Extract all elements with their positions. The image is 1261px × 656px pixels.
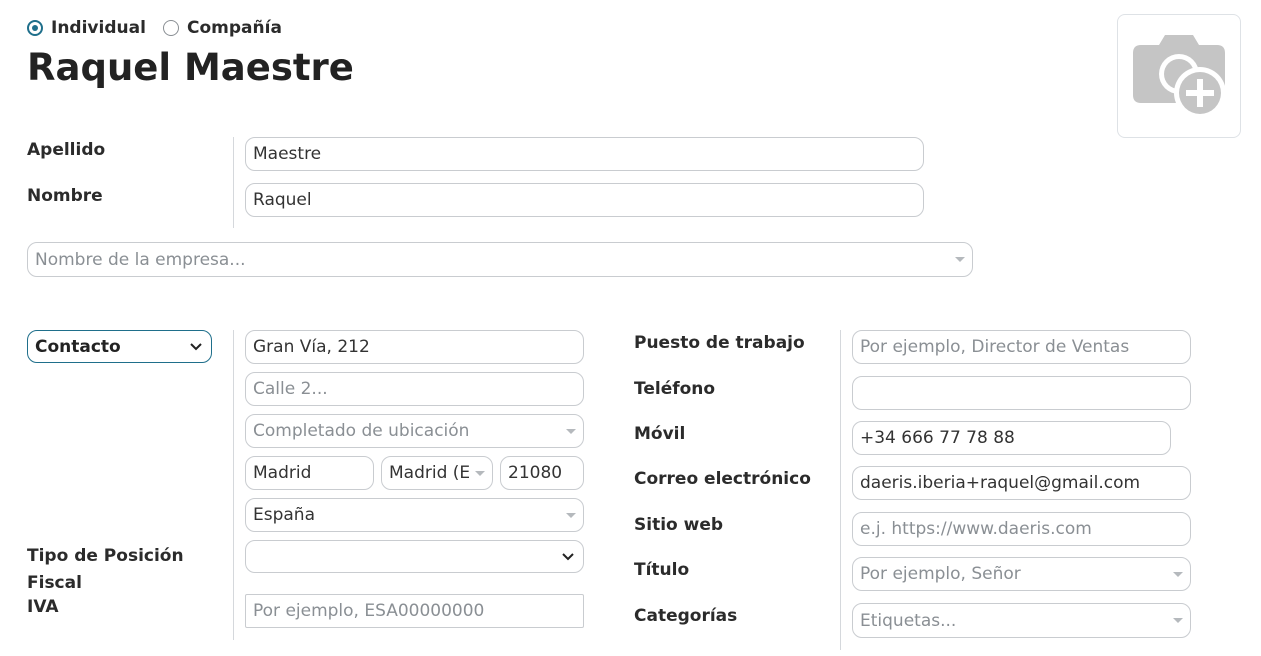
city-value: Madrid (253, 463, 312, 483)
vat-field[interactable]: Por ejemplo, ESA00000000 (245, 594, 584, 628)
radio-individual[interactable]: Individual (27, 18, 146, 38)
city-field[interactable]: Madrid (245, 456, 374, 490)
address-divider (233, 330, 234, 640)
location-autocomplete-field[interactable]: Completado de ubicación (245, 414, 584, 448)
fiscal-position-label: Tipo de Posición Fiscal (27, 546, 184, 593)
label-divider (233, 137, 234, 228)
title-label: Título (634, 560, 690, 580)
radio-individual-dot[interactable] (27, 20, 43, 36)
nombre-label: Nombre (27, 186, 103, 206)
contact-divider (840, 330, 841, 650)
email-field[interactable]: daeris.iberia+raquel@gmail.com (852, 466, 1191, 500)
street-field[interactable]: Gran Vía, 212 (245, 330, 584, 364)
street2-placeholder: Calle 2... (253, 379, 328, 399)
country-field[interactable]: España (245, 498, 584, 532)
vat-placeholder: Por ejemplo, ESA00000000 (253, 601, 485, 621)
dropdown-caret-icon[interactable] (1173, 571, 1183, 577)
tags-label: Categorías (634, 606, 738, 626)
apellido-field[interactable]: Maestre (245, 137, 924, 171)
chevron-down-icon (560, 549, 576, 565)
email-value: daeris.iberia+raquel@gmail.com (860, 473, 1141, 493)
dropdown-caret-icon[interactable] (566, 428, 576, 434)
phone-field[interactable] (852, 376, 1191, 410)
state-value: Madrid (E (389, 463, 469, 483)
vat-label: IVA (27, 597, 59, 617)
zip-field[interactable]: 21080 (500, 456, 584, 490)
dropdown-caret-icon[interactable] (566, 512, 576, 518)
apellido-value: Maestre (253, 144, 322, 164)
radio-company[interactable]: Compañía (163, 18, 282, 38)
title-field[interactable]: Por ejemplo, Señor (852, 557, 1191, 591)
street-value: Gran Vía, 212 (253, 337, 370, 357)
address-type-select[interactable]: Contacto (27, 330, 212, 363)
company-name-placeholder: Nombre de la empresa... (35, 249, 246, 270)
dropdown-caret-icon[interactable] (475, 470, 485, 476)
dropdown-caret-icon[interactable] (1173, 618, 1183, 623)
website-placeholder: e.j. https://www.daeris.com (860, 519, 1092, 539)
mobile-value: +34 666 77 78 88 (860, 428, 1015, 448)
phone-label: Teléfono (634, 379, 716, 399)
radio-company-label: Compañía (187, 18, 282, 38)
chevron-down-icon (188, 339, 204, 355)
fiscal-position-select[interactable] (245, 540, 584, 573)
state-field[interactable]: Madrid (E (381, 456, 493, 490)
zip-value: 21080 (508, 463, 563, 483)
title-placeholder: Por ejemplo, Señor (860, 564, 1021, 584)
nombre-value: Raquel (253, 190, 312, 210)
street2-field[interactable]: Calle 2... (245, 372, 584, 406)
website-label: Sitio web (634, 515, 724, 535)
location-placeholder: Completado de ubicación (253, 421, 470, 441)
tags-field[interactable]: Etiquetas... (852, 603, 1191, 638)
job-label: Puesto de trabajo (634, 333, 805, 353)
country-value: España (253, 505, 315, 525)
job-placeholder: Por ejemplo, Director de Ventas (860, 337, 1130, 357)
dropdown-caret-icon[interactable] (955, 257, 965, 262)
radio-individual-label: Individual (51, 18, 146, 38)
mobile-label: Móvil (634, 424, 686, 444)
mobile-field[interactable]: +34 666 77 78 88 (852, 421, 1171, 455)
email-label: Correo electrónico (634, 469, 811, 489)
apellido-label: Apellido (27, 140, 106, 160)
avatar-upload[interactable] (1117, 14, 1241, 138)
nombre-field[interactable]: Raquel (245, 183, 924, 217)
page-title: Raquel Maestre (27, 46, 354, 89)
radio-company-dot[interactable] (163, 20, 179, 36)
website-field[interactable]: e.j. https://www.daeris.com (852, 512, 1191, 546)
job-field[interactable]: Por ejemplo, Director de Ventas (852, 330, 1191, 364)
camera-plus-icon (1133, 35, 1226, 119)
company-name-field[interactable]: Nombre de la empresa... (27, 242, 973, 277)
tags-placeholder: Etiquetas... (860, 610, 957, 631)
address-type-value: Contacto (35, 336, 121, 357)
